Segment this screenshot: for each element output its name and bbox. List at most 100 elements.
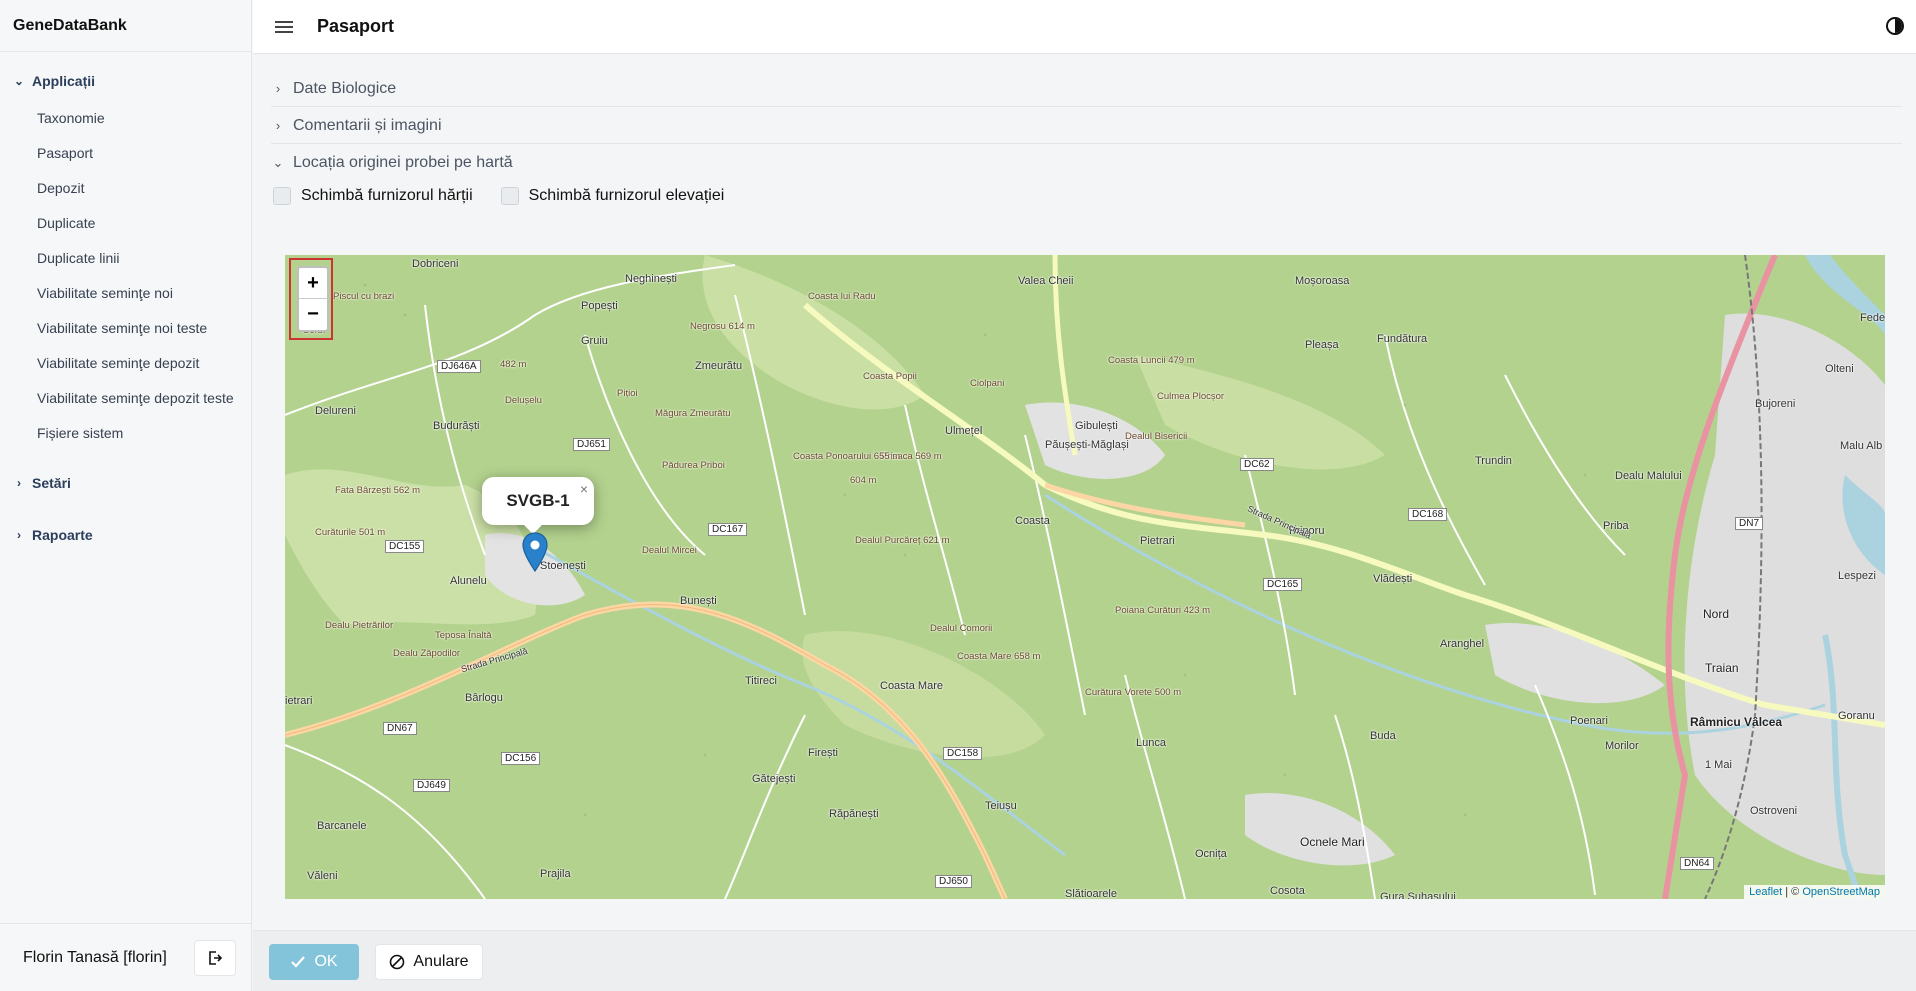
map-label: Ocnița <box>1195 848 1227 860</box>
road-shield: DC158 <box>943 747 983 760</box>
elevation-provider-checkbox[interactable]: Schimbă furnizorul elevației <box>500 187 725 205</box>
map-label: Bunești <box>680 595 717 607</box>
map-peak-label: Dealul Purcăreț 621 m <box>855 535 950 546</box>
sidebar-item-viabilitate-noi[interactable]: Viabilitate seminţe noi <box>0 275 251 310</box>
sidebar-item-fisiere-sistem[interactable]: Fișiere sistem <box>0 415 251 450</box>
section-locatia[interactable]: ⌄ Locația originei probei pe hartă <box>271 145 1902 181</box>
map-peak-label: Culmea Plocșor <box>1157 391 1225 402</box>
menu-icon[interactable] <box>275 18 293 36</box>
map-label: Coasta Mare <box>880 680 943 692</box>
nav-group-label: Setări <box>32 475 71 491</box>
sidebar-item-taxonomie[interactable]: Taxonomie <box>0 100 251 135</box>
map-peak-label: Coasta Popii <box>863 371 917 382</box>
road-shield: DJ649 <box>413 779 450 792</box>
section-comentarii[interactable]: › Comentarii și imagini <box>271 108 1902 144</box>
sidebar-item-duplicate-linii[interactable]: Duplicate linii <box>0 240 251 275</box>
road-shield: DJ651 <box>573 438 610 451</box>
sidebar-item-viabilitate-depozit-teste[interactable]: Viabilitate seminţe depozit teste <box>0 380 251 415</box>
map-label: Morilor <box>1605 740 1639 752</box>
nav-group-applicatii-toggle[interactable]: ⌄ Applicații <box>0 66 251 96</box>
map-terrain <box>285 255 1885 899</box>
map-label: Păușești-Măglași <box>1045 439 1129 451</box>
map-label: Aranghel <box>1440 638 1485 650</box>
map-label: Coasta <box>1015 515 1050 527</box>
section-label: Date Biologice <box>293 79 397 97</box>
zoom-out-button[interactable]: − <box>299 299 327 330</box>
road-shield: DC167 <box>708 523 748 536</box>
zoom-in-button[interactable]: + <box>299 268 327 299</box>
ban-icon <box>390 954 405 970</box>
theme-toggle-icon[interactable] <box>1886 17 1904 35</box>
map-label: Ulmețel <box>945 425 983 437</box>
map-peak-label: Fata Bârzești 562 m <box>335 485 421 496</box>
sidebar-item-depozit[interactable]: Depozit <box>0 170 251 205</box>
map-label: Ocnele Mari <box>1300 835 1365 849</box>
osm-link[interactable]: OpenStreetMap <box>1802 886 1880 898</box>
sidebar-item-viabilitate-noi-teste[interactable]: Viabilitate seminţe noi teste <box>0 310 251 345</box>
map-label: Dobriceni <box>412 258 459 270</box>
map-popup: SVGB-1 × <box>482 477 594 525</box>
map-label: Lunca <box>1136 737 1166 749</box>
sidebar: GeneDataBank ⌄ Applicații Taxonomie Pasa… <box>0 0 252 991</box>
map-label: Bârlogu <box>465 692 503 704</box>
map-attribution: Leaflet | © OpenStreetMap <box>1744 885 1885 899</box>
nav-items: Taxonomie Pasaport Depozit Duplicate Dup… <box>0 100 251 450</box>
map-label: Neghinești <box>625 273 677 285</box>
map-label: Râmnicu Vâlcea <box>1690 715 1783 729</box>
map-label: Barcanele <box>317 820 367 832</box>
map-label: Gibulești <box>1075 420 1118 432</box>
map-label: Lespezi <box>1838 570 1876 582</box>
map-label: Fundătura <box>1377 333 1428 345</box>
map-peak-label: 604 m <box>850 475 877 486</box>
checkbox-box[interactable] <box>273 187 291 205</box>
map-peak-label: Ciolpani <box>970 378 1005 389</box>
map-label: Budurăști <box>433 420 480 432</box>
map-label: Traian <box>1705 661 1739 675</box>
map-label: Slătioarele <box>1065 888 1117 899</box>
chevron-right-icon: › <box>275 118 281 133</box>
road-shield: DN64 <box>1680 857 1714 870</box>
map-label: Gruiu <box>581 335 608 347</box>
road-shield: DC156 <box>501 752 541 765</box>
map-peak-label: Măgura Zmeurătu <box>655 408 731 419</box>
map-view[interactable]: Dobriceni Neghinești Popești Gruiu Zmeur… <box>285 255 1885 899</box>
nav-group-setari-toggle[interactable]: › Setări <box>0 468 251 498</box>
map-peak-label: Curătura Vorete 500 m <box>1085 687 1182 698</box>
page-title: Pasaport <box>317 16 395 36</box>
map-peak-label: Pădurea Priboi <box>662 460 725 471</box>
map-peak-label: Coasta Luncii 479 m <box>1108 355 1195 366</box>
map-peak-label: Curăturile 501 m <box>315 527 386 538</box>
popup-close-button[interactable]: × <box>580 481 588 497</box>
leaflet-link[interactable]: Leaflet <box>1749 886 1782 898</box>
map-label: Olteni <box>1825 363 1854 375</box>
map-label: Alunelu <box>450 575 487 587</box>
checkbox-label: Schimbă furnizorul elevației <box>528 187 725 204</box>
road-shield: DC62 <box>1240 458 1274 471</box>
sidebar-item-viabilitate-depozit[interactable]: Viabilitate seminţe depozit <box>0 345 251 380</box>
checkbox-label: Schimbă furnizorul hărții <box>301 187 473 204</box>
nav-group-rapoarte-toggle[interactable]: › Rapoarte <box>0 520 251 550</box>
checkbox-box[interactable] <box>500 187 519 205</box>
map-label: Nord <box>1703 607 1730 621</box>
map-label: Poenari <box>1570 715 1608 727</box>
chevron-down-icon: ⌄ <box>272 155 284 170</box>
map-label: Valea Cheii <box>1018 275 1074 287</box>
map-provider-checkbox[interactable]: Schimbă furnizorul hărții <box>273 187 473 205</box>
map-label: Popești <box>581 300 618 312</box>
map-peak-label: Teposa Înaltă <box>435 630 492 641</box>
zoom-control: + − <box>289 258 333 340</box>
logout-button[interactable] <box>194 940 236 976</box>
map-label: Vlădești <box>1373 573 1413 585</box>
map-label: Pietrari <box>1140 535 1175 547</box>
map-peak-label: Delușelu <box>505 395 542 406</box>
form-actions: OK Anulare <box>253 930 1916 991</box>
map-label: Buda <box>1370 730 1396 742</box>
sidebar-item-duplicate[interactable]: Duplicate <box>0 205 251 240</box>
sidebar-item-pasaport[interactable]: Pasaport <box>0 135 251 170</box>
map-label: Pleașa <box>1305 339 1339 351</box>
popup-title: SVGB-1 <box>506 491 570 510</box>
section-label: Comentarii și imagini <box>293 116 442 134</box>
cancel-button[interactable]: Anulare <box>375 944 483 980</box>
section-date-biologice[interactable]: › Date Biologice <box>271 71 1902 107</box>
ok-button[interactable]: OK <box>269 944 359 980</box>
